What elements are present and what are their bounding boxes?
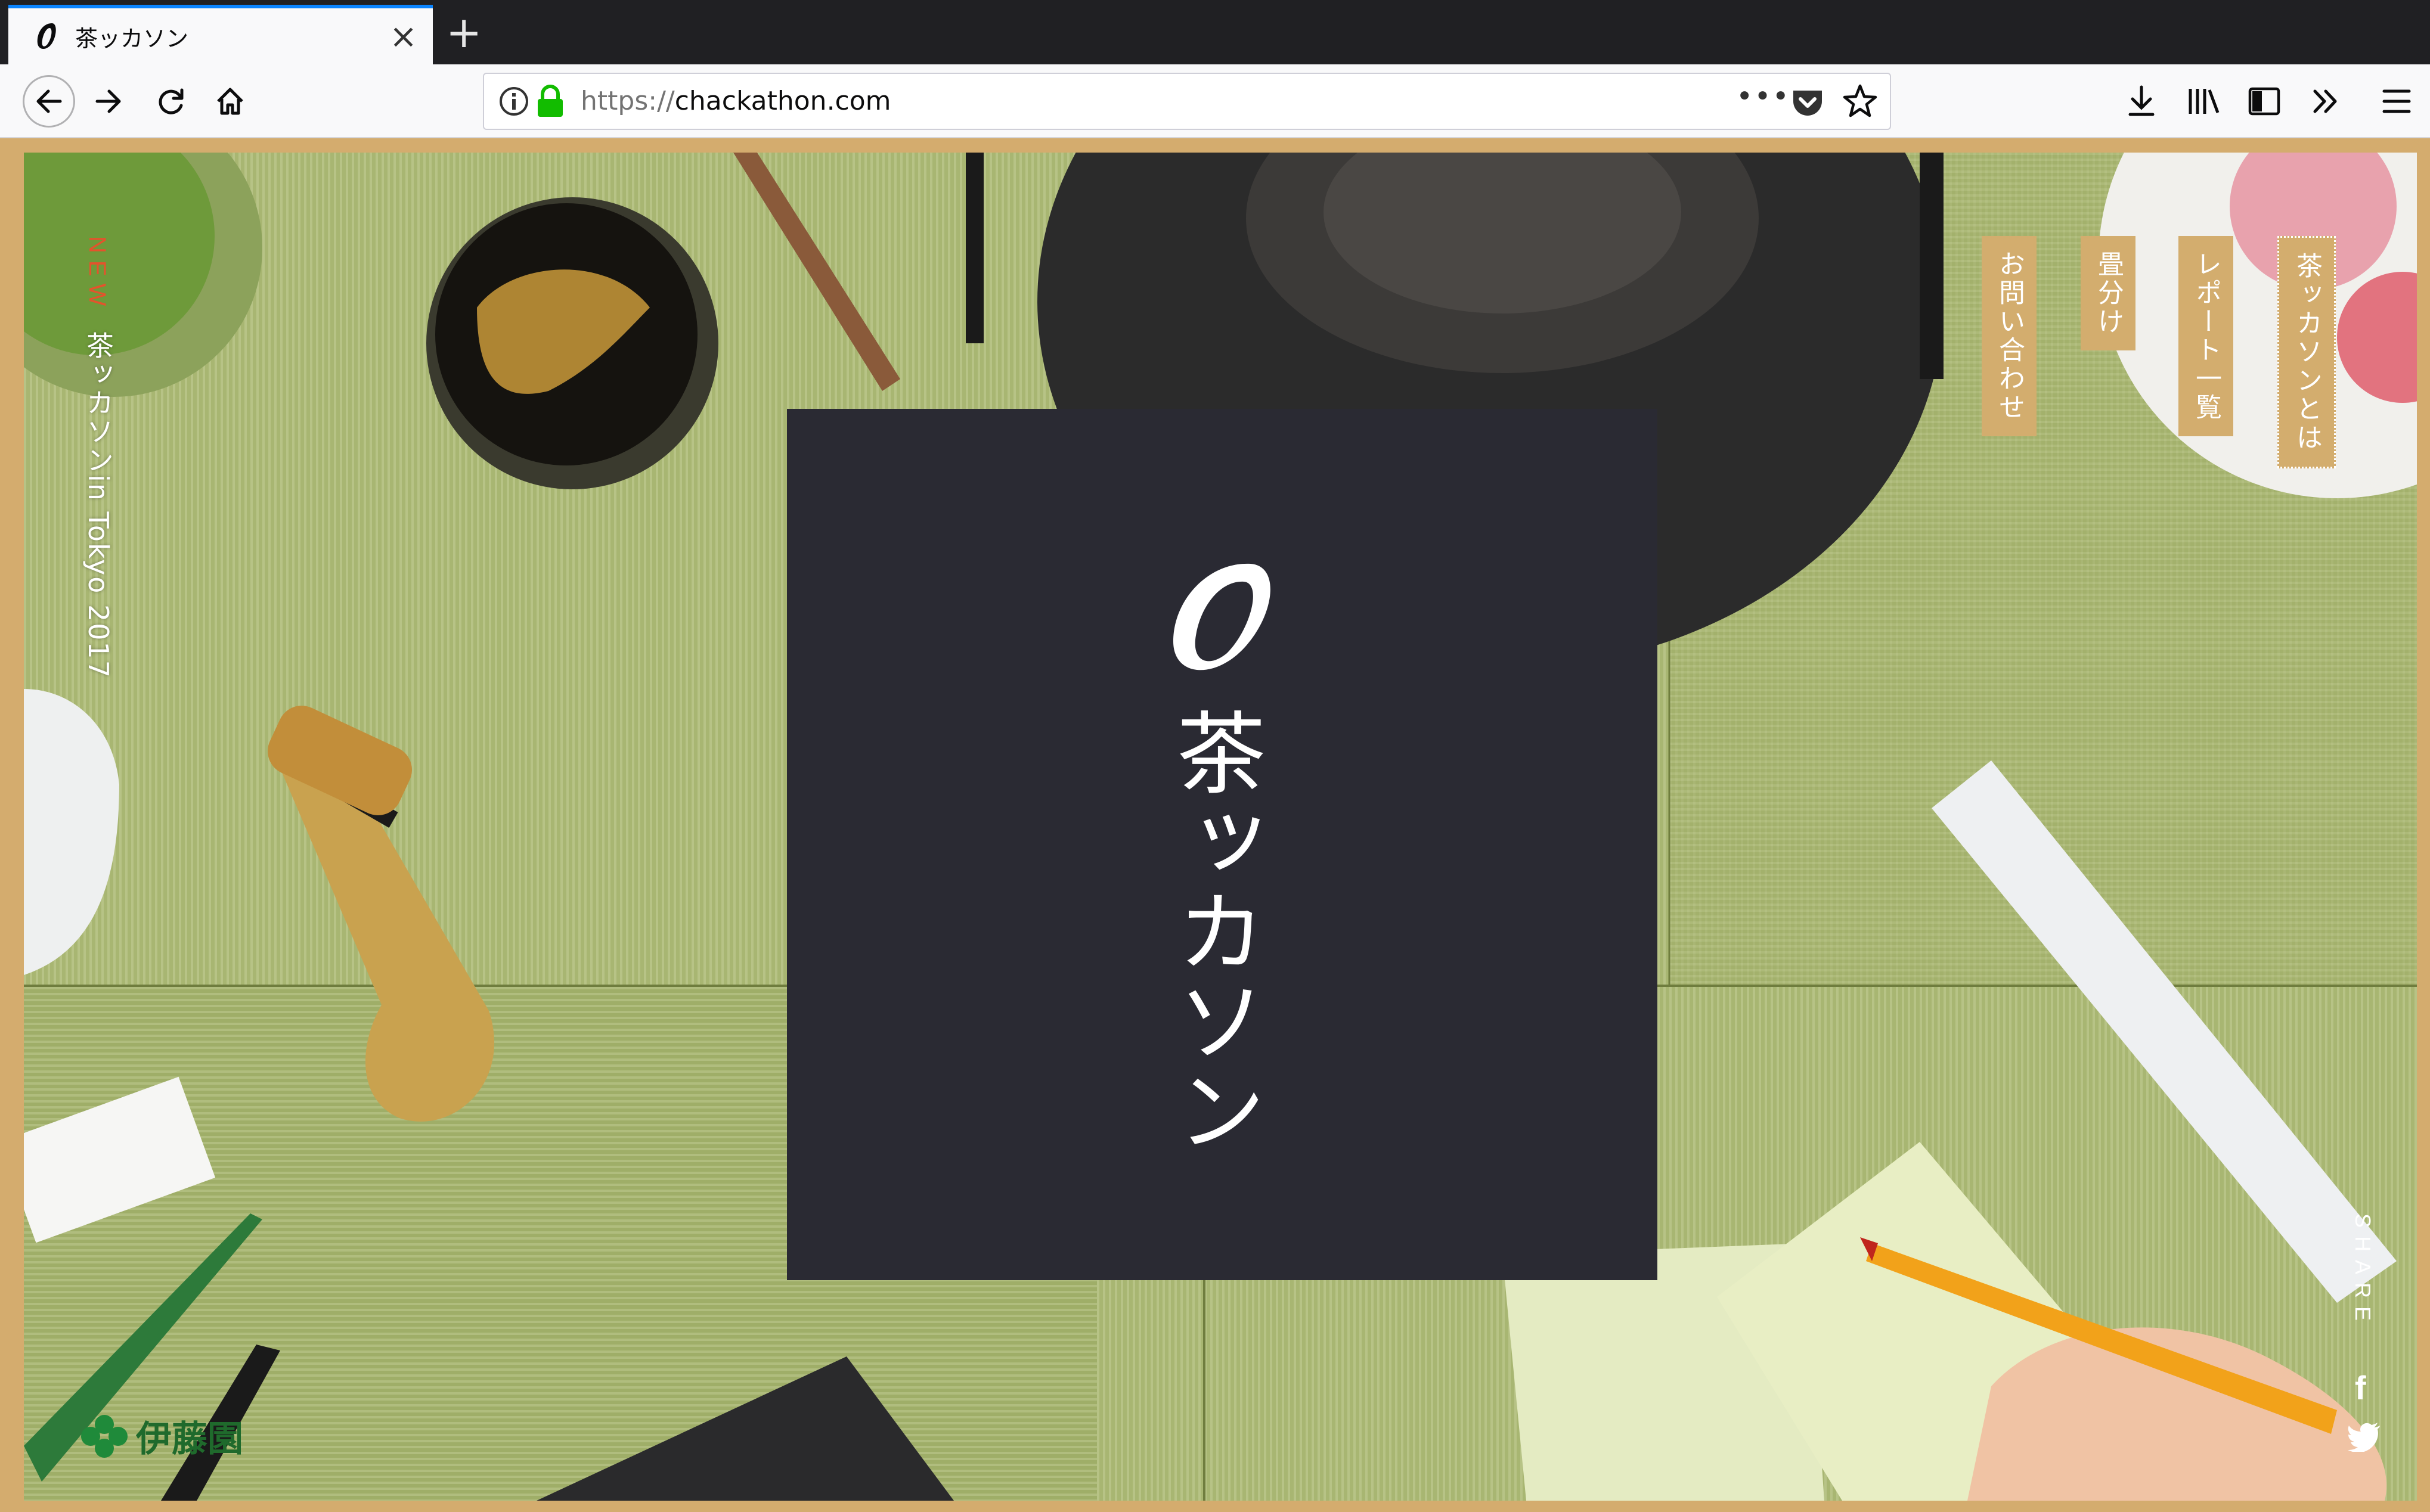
twitter-icon[interactable] xyxy=(2348,1422,2381,1452)
url-scheme: https:// xyxy=(581,86,675,116)
nav-item-contact[interactable]: お問い合わせ xyxy=(1982,236,2037,436)
sidebar-button[interactable] xyxy=(2240,77,2288,125)
event-title-link[interactable]: 茶ッカソンin Tokyo 2017 xyxy=(79,331,118,679)
forward-button[interactable] xyxy=(85,77,132,125)
tab-strip: 茶ッカソン × + xyxy=(0,0,2430,64)
hamburger-menu-icon xyxy=(2382,89,2411,113)
new-label: NEW xyxy=(84,236,110,313)
pocket-icon[interactable] xyxy=(1790,85,1825,120)
site-logo-block[interactable]: 茶ッカソン xyxy=(787,409,1657,1280)
nav-item-about[interactable]: 茶ッカソンとは xyxy=(2277,236,2336,468)
main-menu-button[interactable] xyxy=(2373,77,2420,125)
forward-arrow-icon xyxy=(95,89,121,113)
site-favicon-icon xyxy=(32,18,62,54)
overflow-menu-button[interactable] xyxy=(2301,77,2349,125)
web-page: NEW 茶ッカソンin Tokyo 2017 茶ッカソンとは レポート一覧 畳分… xyxy=(0,138,2430,1512)
reload-icon xyxy=(159,88,184,114)
library-icon xyxy=(2189,89,2220,114)
page-actions-button[interactable]: ••• xyxy=(1736,80,1790,113)
nav-toolbar: https://chackathon.com ••• xyxy=(0,64,2430,138)
nav-item-reports[interactable]: レポート一覧 xyxy=(2178,236,2233,436)
lock-icon xyxy=(538,85,563,117)
sidebar-icon xyxy=(2248,87,2280,116)
nav-item-tatami[interactable]: 畳分け xyxy=(2081,236,2135,350)
new-tab-button[interactable]: + xyxy=(446,8,482,56)
facebook-icon[interactable]: f xyxy=(2355,1368,2366,1407)
sponsor-logo[interactable]: 伊藤園 xyxy=(78,1410,243,1462)
chevron-double-right-icon xyxy=(2313,89,2337,113)
sponsor-name: 伊藤園 xyxy=(136,1418,243,1460)
back-button[interactable] xyxy=(23,75,75,128)
reload-button[interactable] xyxy=(147,77,194,125)
chackathon-logo-icon xyxy=(1173,563,1270,670)
back-arrow-icon xyxy=(36,89,62,113)
logo-wordmark: 茶ッカソン xyxy=(1161,707,1265,1154)
download-icon xyxy=(2128,85,2155,116)
hero-scene: NEW 茶ッカソンin Tokyo 2017 茶ッカソンとは レポート一覧 畳分… xyxy=(24,153,2417,1501)
bookmark-star-icon[interactable] xyxy=(1841,82,1879,120)
home-icon xyxy=(217,88,243,115)
library-button[interactable] xyxy=(2180,77,2227,125)
url-text[interactable]: https://chackathon.com xyxy=(581,86,891,116)
info-icon[interactable] xyxy=(497,85,531,118)
share-label: SHARE xyxy=(2351,1213,2375,1330)
close-tab-icon[interactable]: × xyxy=(389,19,417,55)
downloads-button[interactable] xyxy=(2118,77,2165,125)
url-host: chackathon.com xyxy=(674,86,891,116)
itoen-leaf-icon xyxy=(81,1414,128,1458)
home-button[interactable] xyxy=(206,77,254,125)
url-bar[interactable]: https://chackathon.com ••• xyxy=(483,73,1891,130)
tab-title: 茶ッカソン xyxy=(75,25,189,52)
browser-tab[interactable]: 茶ッカソン × xyxy=(8,5,433,64)
